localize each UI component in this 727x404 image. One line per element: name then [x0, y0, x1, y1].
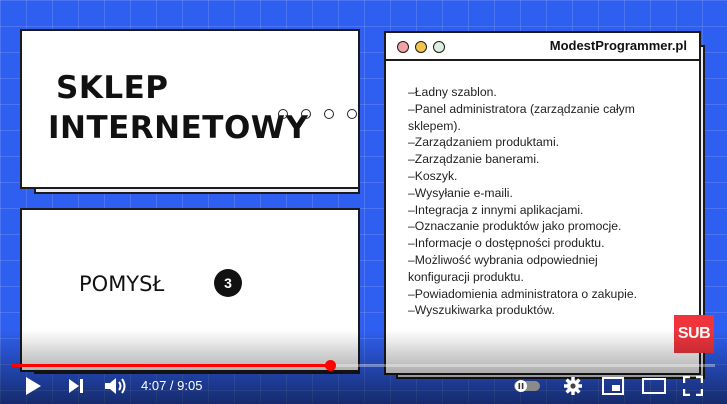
feature-item: –Zarządzanie banerami. — [408, 152, 540, 167]
volume-button[interactable] — [102, 372, 130, 400]
autoplay-toggle[interactable] — [512, 372, 542, 400]
feature-item: –Powiadomienia administratora o zakupie. — [408, 286, 637, 301]
play-icon — [26, 377, 41, 395]
video-frame[interactable]: SKLEP INTERNETOWY POMYSŁ 3 ModestProgram… — [0, 0, 727, 404]
close-dot-icon — [397, 41, 409, 53]
feature-item: –Informacje o dostępności produktu. — [408, 236, 605, 251]
feature-list: –Ładny szablon. –Panel administratora (z… — [408, 84, 637, 319]
browser-titlebar: ModestProgrammer.pl — [386, 33, 699, 61]
feature-item: –Panel administratora (zarządzanie całym — [408, 101, 635, 116]
miniplayer-icon — [602, 377, 624, 395]
feature-item: konfiguracji produktu. — [408, 269, 524, 284]
title-line-1: SKLEP — [56, 70, 169, 106]
theater-mode-button[interactable] — [640, 372, 668, 400]
autoplay-toggle-icon — [514, 380, 540, 392]
fullscreen-icon — [683, 376, 703, 396]
feature-item: –Możliwość wybrania odpowiedniej — [408, 252, 598, 267]
feature-item: –Wysyłanie e-maili. — [408, 185, 513, 200]
next-button[interactable] — [64, 372, 88, 400]
feature-item: –Zarządzaniem produktami. — [408, 135, 560, 150]
decorative-dots — [278, 109, 357, 119]
settings-button[interactable] — [560, 372, 586, 400]
next-icon — [69, 379, 83, 393]
feature-item: –Oznaczanie produktów jako promocje. — [408, 219, 622, 234]
theater-icon — [642, 378, 666, 394]
miniplayer-button[interactable] — [599, 372, 627, 400]
time-display: 4:07 / 9:05 — [141, 378, 203, 393]
settings-icon — [564, 377, 582, 395]
feature-item: sklepem). — [408, 118, 461, 133]
site-name: ModestProgrammer.pl — [549, 38, 687, 53]
idea-number-badge: 3 — [214, 269, 242, 297]
fullscreen-button[interactable] — [680, 372, 706, 400]
feature-item: –Ładny szablon. — [408, 85, 497, 99]
maximize-dot-icon — [433, 41, 445, 53]
feature-item: –Koszyk. — [408, 168, 458, 183]
browser-window: ModestProgrammer.pl –Ładny szablon. –Pan… — [384, 31, 701, 375]
feature-item: –Wyszukiwarka produktów. — [408, 303, 555, 318]
progress-bar[interactable] — [12, 360, 715, 371]
volume-icon — [105, 378, 126, 394]
minimize-dot-icon — [415, 41, 427, 53]
idea-label: POMYSŁ — [79, 272, 165, 296]
feature-item: –Integracja z innymi aplikacjami. — [408, 202, 584, 217]
progress-fill — [12, 364, 331, 367]
play-button[interactable] — [20, 372, 46, 400]
title-card: SKLEP INTERNETOWY — [20, 29, 360, 189]
title-line-2: INTERNETOWY — [48, 110, 309, 146]
